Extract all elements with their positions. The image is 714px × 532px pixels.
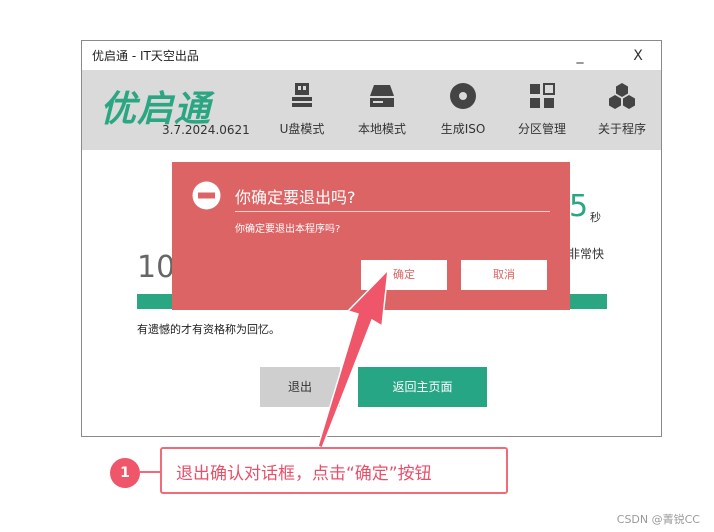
partition-grid-icon <box>530 83 555 108</box>
progress-left-number: 10 <box>137 250 176 285</box>
nav-usb-mode[interactable]: U盘模式 <box>266 78 338 144</box>
speed-text: 非常快 <box>568 247 605 261</box>
minus-circle-icon <box>192 181 221 210</box>
minimize-button[interactable]: _ <box>567 45 593 67</box>
dialog-divider <box>235 211 550 212</box>
usb-drive-icon <box>292 83 312 107</box>
window-title: 优启通 - IT天空出品 <box>92 49 199 63</box>
nav-partition-manager[interactable]: 分区管理 <box>506 78 578 144</box>
quote-message: 有遗憾的才有资格称为回忆。 <box>137 323 280 336</box>
annotation-callout: 退出确认对话框，点击“确定”按钮 <box>160 447 508 494</box>
watermark: CSDN @菁锐CC <box>616 513 700 526</box>
nav-label: 本地模式 <box>357 122 406 136</box>
hexagon-cluster-icon <box>609 83 635 109</box>
dialog-message: 你确定要退出本程序吗? <box>235 224 341 235</box>
title-bar: 优启通 - IT天空出品 _ X <box>82 41 661 71</box>
annotation-arrow-icon <box>317 267 389 450</box>
nav-label: 生成ISO <box>440 122 486 136</box>
step-badge: 1 <box>110 458 140 488</box>
nav-local-mode[interactable]: 本地模式 <box>346 78 418 144</box>
confirm-cancel-button[interactable]: 取消 <box>461 260 547 290</box>
disc-icon <box>450 83 476 109</box>
dialog-title: 你确定要退出吗? <box>235 188 356 207</box>
header-bar: 优启通 3.7.2024.0621 U盘模式 本地模式 生成ISO 分区管理 关… <box>82 70 661 150</box>
hard-disk-icon <box>370 85 394 107</box>
seconds-label: 秒 <box>590 211 601 224</box>
nav-about[interactable]: 关于程序 <box>586 78 658 144</box>
countdown-number: 5 <box>569 189 589 224</box>
version-label: 3.7.2024.0621 <box>162 123 250 137</box>
badge-connector <box>140 471 160 473</box>
nav-label: 关于程序 <box>597 122 646 136</box>
nav-label: 分区管理 <box>517 122 566 136</box>
nav-make-iso[interactable]: 生成ISO <box>427 78 499 144</box>
nav-label: U盘模式 <box>279 122 325 136</box>
close-button[interactable]: X <box>625 45 651 67</box>
annotation-text: 退出确认对话框，点击“确定”按钮 <box>176 464 432 484</box>
